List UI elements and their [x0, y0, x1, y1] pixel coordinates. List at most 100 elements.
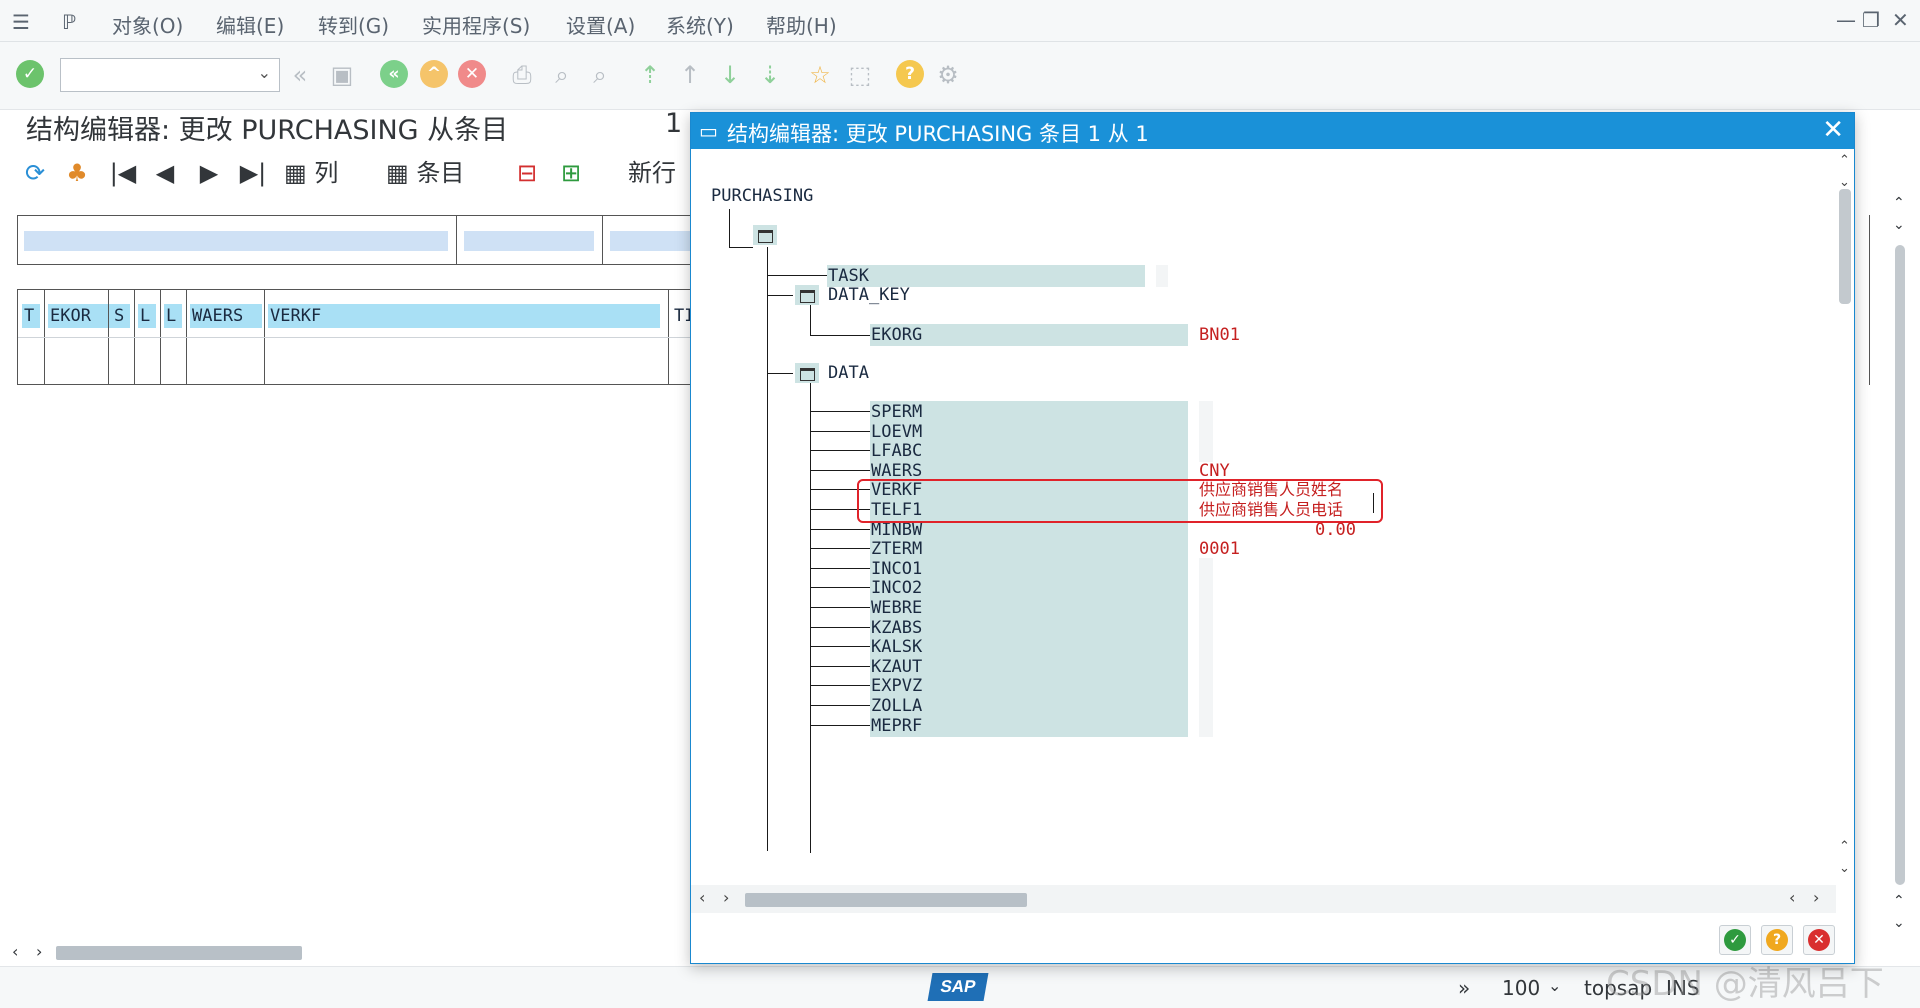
ekorg-value[interactable]: BN01	[1199, 324, 1240, 346]
confirm-button[interactable]: ✓	[1719, 925, 1751, 955]
dialog-horizontal-scrollbar[interactable]: ‹ › ‹ ›	[691, 885, 1836, 913]
field-name[interactable]: EXPVZ	[871, 675, 922, 697]
menu-item-system[interactable]: 系统(Y)	[666, 10, 734, 39]
main-vertical-scrollbar[interactable]: ⌃ ⌄ ⌃ ⌄	[1890, 195, 1910, 935]
exit-icon[interactable]: ^	[420, 60, 448, 88]
hierarchy-icon[interactable]: ♣	[62, 158, 92, 188]
back-nav-icon[interactable]: «	[380, 60, 408, 88]
entry-button[interactable]: ▦ 条目	[386, 158, 464, 188]
value-box[interactable]	[1199, 440, 1213, 462]
scroll-down-icon[interactable]: ⌄	[1893, 915, 1905, 931]
field-name[interactable]: KALSK	[871, 636, 922, 658]
command-field[interactable]: ⌄	[60, 58, 280, 92]
column-header[interactable]: L	[138, 304, 156, 328]
cancel-icon[interactable]: ✕	[458, 60, 486, 88]
column-header[interactable]: S	[112, 304, 130, 328]
scroll-left-icon[interactable]: ‹	[12, 942, 18, 961]
cancel-button[interactable]: ✕	[1803, 925, 1835, 955]
menu-item-utilities[interactable]: 实用程序(S)	[422, 10, 530, 39]
scroll-down-icon[interactable]: ⌄	[1839, 175, 1850, 190]
value-box[interactable]	[1199, 715, 1213, 737]
prev-page-icon[interactable]: ↑	[676, 60, 704, 90]
back-icon[interactable]: «	[286, 60, 314, 90]
field-name[interactable]: INCO2	[871, 577, 922, 599]
key-field[interactable]	[24, 231, 448, 251]
field-name[interactable]: ZTERM	[871, 538, 922, 560]
print-icon[interactable]: ⎙	[508, 60, 536, 90]
scroll-up-icon[interactable]: ⌃	[1893, 893, 1905, 909]
new-session-icon[interactable]: ☆	[806, 60, 834, 90]
delete-row-icon[interactable]: ⊟	[512, 158, 542, 188]
tree-root[interactable]: PURCHASING	[711, 185, 813, 207]
close-icon[interactable]: ✕	[1822, 115, 1844, 145]
field-name[interactable]: ZOLLA	[871, 695, 922, 717]
save-icon[interactable]: ▣	[328, 60, 356, 90]
menu-item-settings[interactable]: 设置(A)	[566, 10, 635, 39]
key-field[interactable]	[610, 231, 698, 251]
chevron-down-icon[interactable]: ⌄	[1548, 976, 1561, 995]
scroll-right-icon[interactable]: ›	[36, 942, 42, 961]
value-box[interactable]	[1199, 577, 1213, 599]
field-name[interactable]: MEPRF	[871, 715, 922, 737]
dialog-vertical-scrollbar[interactable]: ⌃ ⌄ ⌃ ⌄	[1836, 149, 1854, 889]
insert-row-icon[interactable]: ⊞	[556, 158, 586, 188]
value-box[interactable]	[1156, 265, 1168, 287]
scrollbar-thumb[interactable]	[745, 893, 1027, 907]
scrollbar-thumb[interactable]	[1895, 245, 1905, 885]
column-header[interactable]: WAERS	[190, 304, 262, 328]
layout-icon[interactable]: ℙ	[62, 10, 76, 34]
column-header[interactable]: VERKF	[268, 304, 660, 328]
field-name[interactable]: LFABC	[871, 440, 922, 462]
next-page-icon[interactable]: ↓	[716, 60, 744, 90]
scroll-left-icon[interactable]: ‹	[699, 888, 705, 907]
scroll-right-icon[interactable]: ›	[723, 888, 729, 907]
chevron-down-icon[interactable]: ⌄	[258, 63, 271, 82]
scroll-up-icon[interactable]: ⌃	[1839, 153, 1850, 168]
value-box[interactable]	[1199, 401, 1213, 423]
column-header[interactable]: L	[164, 304, 182, 328]
next-entry-icon[interactable]: ▶	[194, 158, 224, 188]
key-field[interactable]	[464, 231, 594, 251]
help-button[interactable]: ?	[1761, 925, 1793, 955]
zoom-value[interactable]: 100	[1502, 976, 1540, 1000]
value-box[interactable]	[1199, 695, 1213, 717]
field-name[interactable]: WEBRE	[871, 597, 922, 619]
expand-status-icon[interactable]: »	[1458, 976, 1470, 1000]
column-header[interactable]: T	[22, 304, 40, 328]
menu-item-goto[interactable]: 转到(G)	[318, 10, 389, 39]
minimize-icon[interactable]: —	[1836, 8, 1856, 32]
value-box[interactable]	[1199, 675, 1213, 697]
value-box[interactable]	[1199, 597, 1213, 619]
scrollbar-thumb[interactable]	[56, 946, 302, 960]
folder-icon[interactable]	[753, 225, 777, 245]
scroll-down-icon[interactable]: ⌄	[1893, 217, 1905, 233]
last-page-icon[interactable]: ⇣	[756, 60, 784, 90]
node-data-key[interactable]: DATA_KEY	[828, 284, 910, 306]
refresh-icon[interactable]: ⟳	[20, 158, 50, 188]
menu-item-edit[interactable]: 编辑(E)	[216, 10, 284, 39]
settings-icon[interactable]: ⚙	[934, 60, 962, 90]
find-icon[interactable]: ⌕	[548, 60, 576, 90]
menu-icon[interactable]: ☰	[12, 10, 30, 34]
scroll-up-icon[interactable]: ⌃	[1893, 195, 1905, 211]
scrollbar-thumb[interactable]	[1839, 189, 1851, 304]
last-entry-icon[interactable]: ▶|	[238, 158, 268, 188]
value-box[interactable]	[1199, 636, 1213, 658]
help-icon[interactable]: ?	[896, 60, 924, 88]
close-window-icon[interactable]: ✕	[1892, 8, 1909, 32]
folder-icon[interactable]	[795, 363, 819, 383]
prev-entry-icon[interactable]: ◀	[150, 158, 180, 188]
find-next-icon[interactable]: ⌕	[586, 60, 614, 90]
column-button[interactable]: ▦ 列	[284, 158, 338, 188]
restore-icon[interactable]: ❐	[1862, 8, 1880, 32]
new-row-button[interactable]: 新行	[628, 158, 676, 188]
scroll-left-icon[interactable]: ‹	[1789, 888, 1795, 907]
enter-icon[interactable]: ✓	[16, 60, 44, 88]
field-value[interactable]: 0001	[1199, 538, 1240, 560]
first-page-icon[interactable]: ⇡	[636, 60, 664, 90]
shortcut-icon[interactable]: ⬚	[846, 60, 874, 90]
first-entry-icon[interactable]: |◀	[108, 158, 138, 188]
menu-item-object[interactable]: 对象(O)	[112, 10, 183, 39]
scroll-down-icon[interactable]: ⌄	[1839, 861, 1850, 876]
field-name[interactable]: SPERM	[871, 401, 922, 423]
